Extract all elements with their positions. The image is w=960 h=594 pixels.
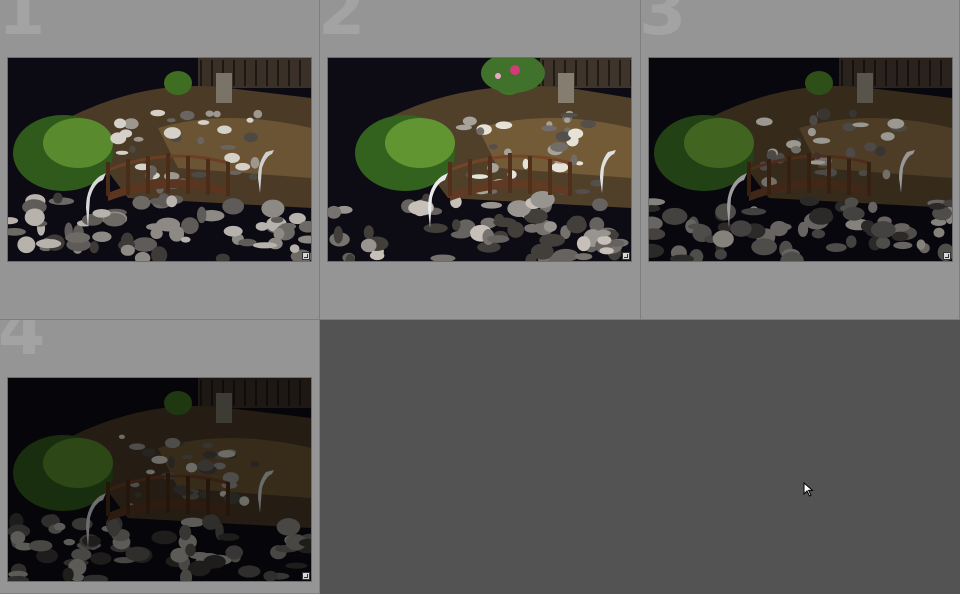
- edit-badge-icon[interactable]: [302, 572, 310, 580]
- cell-index-number: 2: [320, 0, 365, 51]
- grid-cell-3[interactable]: 3: [641, 0, 960, 320]
- grid-cell-4[interactable]: 4: [0, 320, 320, 594]
- edit-badge-icon[interactable]: [302, 252, 310, 260]
- garden-photo-image: [328, 58, 631, 261]
- mouse-pointer-icon: [803, 482, 814, 497]
- cell-index-number: 1: [0, 0, 45, 51]
- grid-view: 1 2 3 4: [0, 0, 960, 594]
- photo-thumbnail[interactable]: [8, 58, 311, 261]
- grid-cell-2[interactable]: 2: [320, 0, 641, 320]
- grid-cell-1[interactable]: 1: [0, 0, 320, 320]
- edit-badge-icon[interactable]: [943, 252, 951, 260]
- garden-photo-image: [8, 58, 311, 261]
- photo-thumbnail[interactable]: [649, 58, 952, 261]
- photo-thumbnail[interactable]: [328, 58, 631, 261]
- photo-thumbnail[interactable]: [8, 378, 311, 581]
- garden-photo-image: [649, 58, 952, 261]
- empty-grid-area: [320, 320, 960, 594]
- cell-index-number: 4: [0, 320, 45, 371]
- garden-photo-image: [8, 378, 311, 581]
- cell-index-number: 3: [641, 0, 686, 51]
- edit-badge-icon[interactable]: [622, 252, 630, 260]
